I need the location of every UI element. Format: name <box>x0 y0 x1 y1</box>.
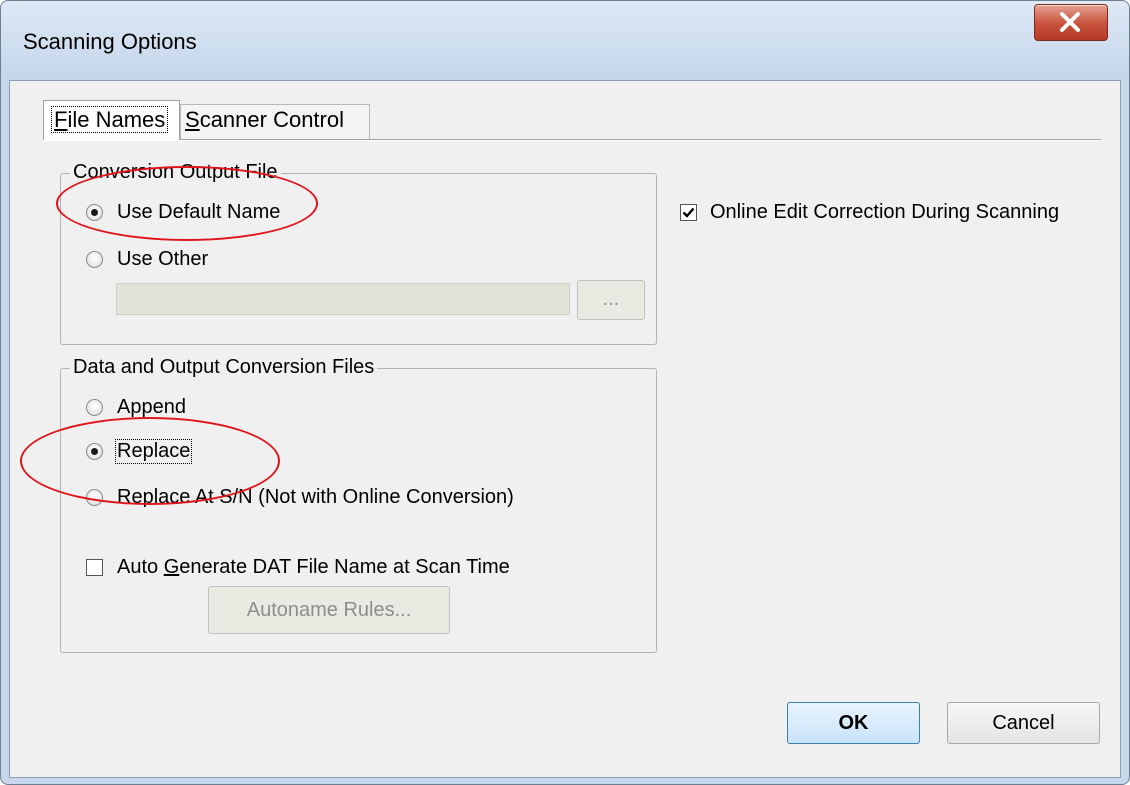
window-title: Scanning Options <box>23 29 197 54</box>
ok-button[interactable]: OK <box>787 702 920 744</box>
use-default-name-radio[interactable] <box>86 204 103 221</box>
title-bar: Scanning Options <box>1 1 1129 79</box>
scanning-options-dialog: Scanning Options File Names Scanner Cont… <box>0 0 1130 785</box>
use-other-label[interactable]: Use Other <box>117 248 208 271</box>
browse-button[interactable]: ... <box>577 280 645 320</box>
dialog-client-area: File Names Scanner Control Conversion Ou… <box>9 80 1121 778</box>
replace-label[interactable]: Replace <box>115 439 193 464</box>
auto-generate-label[interactable]: Auto Generate DAT File Name at Scan Time <box>117 556 510 579</box>
replace-at-sn-radio[interactable] <box>86 489 103 506</box>
tab-scanner-control[interactable]: Scanner Control <box>180 104 370 140</box>
auto-generate-checkbox[interactable] <box>86 559 103 576</box>
other-file-name-input[interactable] <box>116 283 570 315</box>
append-radio[interactable] <box>86 399 103 416</box>
data-output-files-legend: Data and Output Conversion Files <box>70 356 378 379</box>
conversion-output-file-legend: Conversion Output File <box>70 161 281 184</box>
checkmark-icon <box>682 207 695 218</box>
cancel-button[interactable]: Cancel <box>947 702 1100 744</box>
use-other-radio[interactable] <box>86 251 103 268</box>
tab-file-names[interactable]: File Names <box>43 100 180 140</box>
replace-at-sn-label[interactable]: Replace At S/N (Not with Online Conversi… <box>117 486 514 509</box>
append-label[interactable]: Append <box>117 396 186 419</box>
autoname-rules-button[interactable]: Autoname Rules... <box>208 586 450 634</box>
online-edit-checkbox[interactable] <box>680 204 697 221</box>
replace-radio[interactable] <box>86 443 103 460</box>
online-edit-label[interactable]: Online Edit Correction During Scanning <box>710 201 1059 224</box>
close-icon <box>1060 12 1080 32</box>
close-button[interactable] <box>1034 4 1108 41</box>
use-default-name-label[interactable]: Use Default Name <box>117 201 280 224</box>
